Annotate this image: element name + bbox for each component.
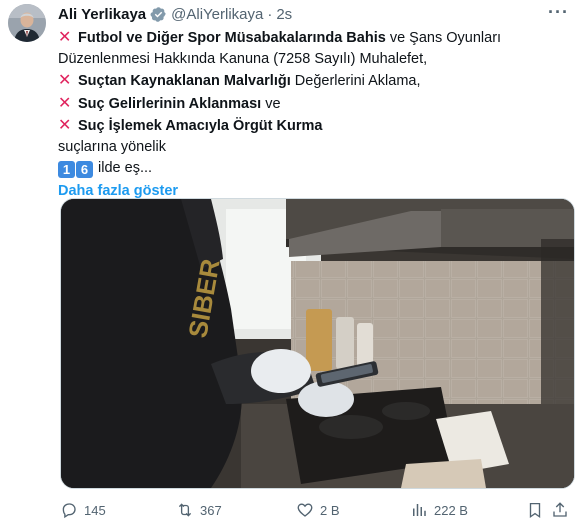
- text-bold-5: Suç İşlemek Amacıyla Örgüt Kurma: [78, 117, 323, 134]
- views-icon: [413, 504, 426, 516]
- tweet-text: ✕ Futbol ve Diğer Spor Müsabakalarında Ba…: [58, 27, 565, 203]
- text-bold-4: Suç Gelirlerinin Aklanması: [78, 95, 262, 112]
- text-rest-7: ilde eş...: [94, 160, 153, 177]
- repost-button[interactable]: 367: [176, 499, 222, 521]
- keycap-one-icon: 1: [58, 161, 75, 179]
- separator-dot: ·: [267, 5, 273, 23]
- media-photo: SIBER: [61, 199, 574, 488]
- cross-mark-icon: ✕: [58, 116, 72, 134]
- tweet-actions: 145 367 2 B 222 B: [60, 499, 569, 521]
- text-line-6: suçlarına yönelik: [58, 139, 166, 156]
- reply-count: 145: [84, 502, 106, 518]
- text-bold-1: Futbol ve Diğer Spor Müsabakalarında Bah…: [78, 30, 386, 46]
- text-line-1: ✕ Futbol ve Diğer Spor Müsabakalarında Ba…: [58, 27, 565, 49]
- bookmark-button[interactable]: [526, 499, 550, 521]
- heart-icon: [297, 503, 313, 517]
- tweet-timestamp[interactable]: 2s: [276, 6, 292, 23]
- views-count: 222 B: [434, 502, 468, 518]
- share-button[interactable]: [551, 499, 575, 521]
- text-line-4: ✕ Suç Gelirlerinin Aklanması ve: [58, 93, 565, 115]
- more-options-icon[interactable]: ···: [548, 2, 569, 23]
- share-icon: [553, 502, 567, 517]
- text-line-5: ✕ Suç İşlemek Amacıyla Örgüt Kurma: [58, 115, 565, 137]
- verified-badge-icon: [150, 6, 166, 22]
- repost-icon: [178, 503, 192, 517]
- cross-mark-icon: ✕: [58, 94, 72, 112]
- author-handle[interactable]: @AliYerlikaya: [171, 6, 263, 23]
- reply-icon: [62, 503, 76, 519]
- text-line-2: Düzenlenmesi Hakkında Kanuna (7258 Sayıl…: [58, 51, 428, 68]
- tweet-header: Ali Yerlikaya @AliYerlikaya · 2s ···: [58, 2, 569, 24]
- author-name[interactable]: Ali Yerlikaya: [58, 6, 146, 23]
- text-bold-3: Suçtan Kaynaklanan Malvarlığı: [78, 73, 291, 90]
- views-button[interactable]: 222 B: [410, 499, 468, 521]
- keycap-six-icon: 6: [76, 161, 93, 179]
- text-line-7: 16 ilde eş...: [58, 158, 565, 179]
- reply-button[interactable]: 145: [60, 499, 106, 521]
- repost-count: 367: [200, 502, 222, 518]
- text-rest-1: ve Şans Oyunları: [385, 30, 502, 46]
- bookmark-icon: [529, 502, 541, 519]
- text-line-3: ✕ Suçtan Kaynaklanan Malvarlığı Değerleri…: [58, 70, 565, 92]
- cross-mark-icon: ✕: [58, 72, 72, 90]
- text-rest-4: ve: [261, 95, 281, 112]
- like-button[interactable]: 2 B: [296, 499, 340, 521]
- cross-mark-icon: ✕: [58, 29, 72, 46]
- avatar-image: [8, 4, 46, 42]
- tweet-media[interactable]: SIBER: [60, 198, 575, 489]
- like-count: 2 B: [320, 502, 340, 518]
- text-rest-3: Değerlerini Aklama,: [290, 73, 421, 90]
- avatar[interactable]: [8, 4, 46, 42]
